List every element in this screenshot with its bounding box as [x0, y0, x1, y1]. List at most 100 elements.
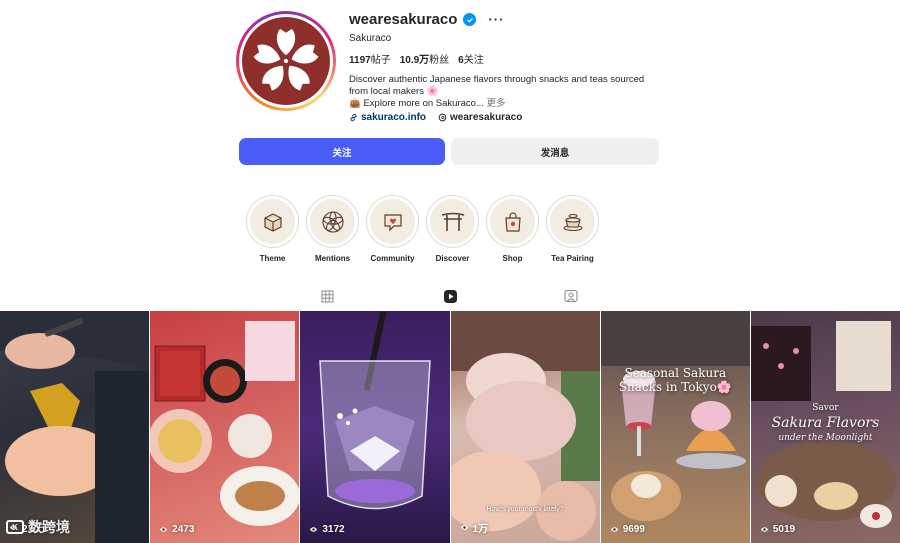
reel-tile[interactable]: 2.5万 K 数跨境 — [0, 311, 150, 543]
tab-reels[interactable] — [438, 284, 462, 308]
teacup-icon — [562, 213, 583, 231]
reel-thumbnail — [150, 321, 300, 526]
reel-views: 1万 — [472, 524, 489, 535]
profile-avatar-frame — [239, 14, 333, 108]
followers-stat[interactable]: 10.9万粉丝 — [400, 51, 449, 66]
bio-line-2-wrap: 👜 Explore more on Sakuraco... 更多 — [349, 98, 659, 110]
flower-icon — [321, 210, 344, 233]
reel-overlay-subtitle-top: Savor — [812, 403, 839, 413]
reel-tile[interactable]: Savor Sakura Flavors under the Moonlight… — [750, 311, 900, 543]
username-text: wearesakuraco — [349, 11, 458, 28]
profile-bio: Discover authentic Japanese flavors thro… — [349, 74, 659, 110]
profile-stats: 1197帖子 10.9万粉丝 6关注 — [349, 51, 484, 66]
threads-link[interactable]: wearesakuraco — [438, 112, 522, 123]
bio-line-1: Discover authentic Japanese flavors thro… — [349, 74, 645, 97]
reel-tile[interactable]: Seasonal Sakura Snacks in Tokyo🌸 9699 — [600, 311, 750, 543]
shopping-bag-icon — [504, 211, 521, 232]
highlight-ring — [426, 195, 479, 248]
highlight-ring — [366, 195, 419, 248]
followers-label: 粉丝 — [429, 55, 450, 66]
highlight-mentions[interactable]: Mentions — [306, 195, 359, 263]
torii-gate-icon — [441, 212, 464, 231]
threads-handle: wearesakuraco — [450, 112, 523, 123]
posts-label: 帖子 — [370, 55, 391, 66]
highlight-theme[interactable]: Theme — [246, 195, 299, 263]
sakura-logo-icon — [253, 28, 319, 91]
website-link[interactable]: sakuraco.info — [349, 112, 426, 123]
tagged-user-icon — [564, 289, 578, 303]
play-views-icon — [760, 527, 768, 532]
reel-tile[interactable]: How's your mochi lately? 1万 — [450, 311, 600, 543]
followers-count: 10.9万 — [399, 55, 430, 66]
reel-views: 9699 — [622, 524, 645, 535]
grid-icon — [321, 290, 333, 302]
watermark-logo-icon: K — [6, 520, 24, 534]
watermark: K 数跨境 — [6, 517, 70, 537]
avatar — [242, 17, 330, 105]
reel-thumbnail — [600, 311, 750, 521]
bio-line-2: 👜 Explore more on Sakuraco... — [349, 98, 484, 109]
highlight-cover — [310, 199, 355, 244]
posts-count: 1197 — [349, 55, 371, 66]
highlight-cover — [370, 199, 415, 244]
highlight-discover[interactable]: Discover — [426, 195, 479, 263]
play-views-icon — [610, 527, 618, 532]
follow-button[interactable]: 关注 — [239, 138, 445, 165]
highlight-cover — [430, 199, 475, 244]
website-link-text: sakuraco.info — [361, 112, 427, 123]
highlight-shop[interactable]: Shop — [486, 195, 539, 263]
link-icon — [350, 113, 357, 122]
verified-badge-icon — [463, 13, 477, 26]
heart-chat-icon — [383, 213, 402, 231]
reel-tile[interactable]: 3172 — [300, 311, 450, 543]
play-views-icon — [460, 525, 468, 530]
reel-view-count: 2473 — [159, 524, 194, 535]
story-highlights: Theme Mentions Community Discover Shop T… — [246, 195, 599, 263]
profile-tabs — [0, 284, 900, 308]
reel-caption: How's your mochi lately? — [486, 506, 564, 513]
highlight-ring — [246, 195, 299, 248]
reel-tile[interactable]: 2473 — [150, 311, 300, 543]
play-views-icon — [160, 527, 168, 532]
highlight-ring — [486, 195, 539, 248]
threads-icon — [438, 113, 447, 122]
highlight-label: Community — [370, 254, 415, 263]
more-options-icon[interactable]: ··· — [488, 12, 504, 27]
highlight-label: Discover — [435, 254, 470, 263]
tab-tagged[interactable] — [559, 284, 583, 308]
profile-links: sakuraco.info wearesakuraco — [349, 112, 522, 123]
highlight-ring — [546, 195, 599, 248]
profile-username: wearesakuraco ··· — [349, 11, 504, 28]
highlight-ring — [306, 195, 359, 248]
reel-thumbnail — [319, 311, 432, 510]
reel-views: 3172 — [322, 524, 345, 535]
highlight-community[interactable]: Community — [366, 195, 419, 263]
bio-more-link[interactable]: 更多 — [487, 98, 506, 109]
reel-view-count: 3172 — [309, 524, 345, 535]
reel-overlay-subtitle-bottom: under the Moonlight — [778, 433, 873, 443]
following-label: 关注 — [463, 55, 484, 66]
reel-view-count: 1万 — [460, 520, 489, 535]
reels-grid: 2.5万 K 数跨境 2473 3172 How's your mochi la… — [0, 311, 900, 543]
tab-posts[interactable] — [315, 284, 339, 308]
profile-full-name: Sakuraco — [349, 33, 392, 44]
play-views-icon — [310, 527, 318, 532]
posts-stat: 1197帖子 — [349, 51, 391, 66]
reel-view-count: 5019 — [760, 524, 795, 535]
message-button[interactable]: 发消息 — [451, 138, 659, 165]
highlight-cover — [250, 199, 295, 244]
highlight-label: Shop — [502, 254, 523, 263]
reel-views: 2473 — [172, 524, 195, 535]
highlight-label: Theme — [259, 254, 286, 263]
reel-views: 5019 — [772, 524, 796, 535]
box-icon — [263, 212, 282, 232]
reel-overlay-title: Sakura Flavors — [771, 415, 880, 431]
reel-thumbnail — [0, 311, 150, 543]
highlight-label: Mentions — [314, 254, 351, 263]
following-stat[interactable]: 6关注 — [458, 51, 484, 66]
highlight-tea-pairing[interactable]: Tea Pairing — [546, 195, 599, 263]
highlight-label: Tea Pairing — [551, 254, 594, 263]
highlight-cover — [550, 199, 595, 244]
profile-avatar-ring[interactable] — [236, 11, 336, 111]
highlight-cover — [490, 199, 535, 244]
